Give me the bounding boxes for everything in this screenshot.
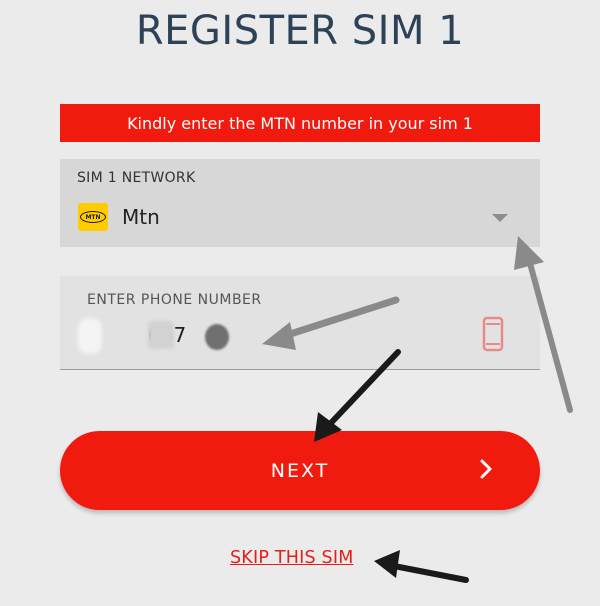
network-selected-value: Mtn <box>122 205 160 229</box>
mtn-logo-icon: MTN <box>78 203 108 231</box>
next-button[interactable]: NEXT <box>60 431 540 510</box>
redacted-blur <box>78 318 102 354</box>
skip-sim-link[interactable]: SKIP THIS SIM <box>230 548 354 568</box>
redacted-blur <box>205 324 229 350</box>
page-title: REGISTER SIM 1 <box>135 8 465 54</box>
instruction-banner-text: Kindly enter the MTN number in your sim … <box>127 113 473 133</box>
redacted-blur <box>148 321 174 349</box>
dropdown-caret-icon[interactable] <box>492 214 508 222</box>
mtn-logo-text: MTN <box>80 211 106 223</box>
phone-number-label: ENTER PHONE NUMBER <box>87 292 262 308</box>
chevron-right-icon <box>480 459 492 479</box>
annotation-arrow-black <box>374 550 469 583</box>
smartphone-icon <box>482 316 504 352</box>
network-dropdown[interactable]: SIM 1 NETWORK MTN Mtn <box>60 159 540 247</box>
next-button-label: NEXT <box>270 459 330 482</box>
instruction-banner: Kindly enter the MTN number in your sim … <box>60 104 540 142</box>
network-label: SIM 1 NETWORK <box>77 170 196 186</box>
phone-number-field[interactable]: ENTER PHONE NUMBER 067 <box>60 276 540 370</box>
